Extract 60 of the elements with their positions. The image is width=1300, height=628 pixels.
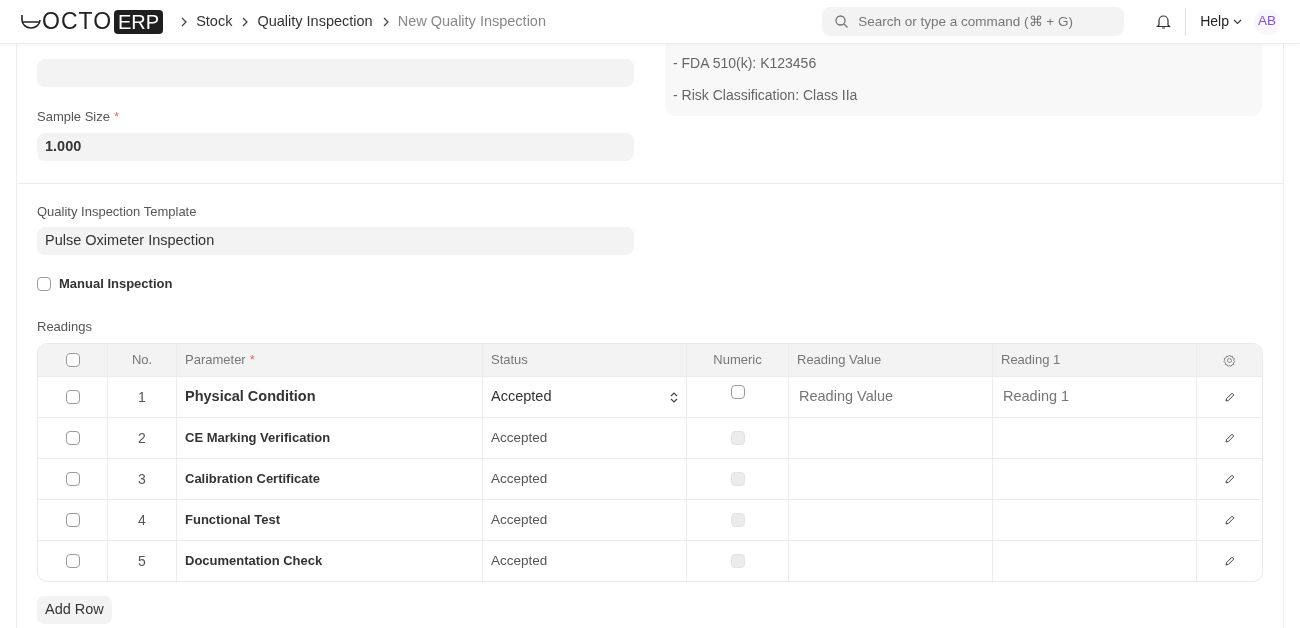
table-cell-text: Accepted (491, 469, 548, 488)
updown-icon (670, 391, 678, 403)
checkbox[interactable] (37, 276, 51, 291)
row-checkbox[interactable] (65, 472, 80, 486)
edit-icon[interactable] (1224, 433, 1235, 443)
template-field[interactable]: Pulse Oximeter Inspection (37, 227, 634, 255)
table-label: Readings (37, 317, 93, 336)
row-number: 5 (138, 551, 146, 571)
sample-size-field[interactable]: 1.000 (37, 132, 634, 161)
row-number: 1 (138, 387, 146, 407)
edit-icon[interactable] (1224, 392, 1235, 402)
edit-icon[interactable] (1224, 515, 1235, 525)
user-avatar[interactable]: AB (1254, 8, 1280, 35)
required-mark: * (249, 351, 255, 370)
settings-icon[interactable] (1223, 353, 1236, 367)
table-cell-text: Accepted (491, 428, 548, 447)
column-header: Parameter (185, 351, 246, 370)
add-row-button[interactable]: Add Row (37, 596, 112, 624)
column-header: Reading 1 (1001, 351, 1061, 370)
bell-icon[interactable] (1156, 13, 1172, 30)
search-field[interactable]: Search or type a command (⌘ + G) (822, 7, 1125, 36)
edit-icon[interactable] (1224, 474, 1235, 484)
breadcrumb-link[interactable]: New Quality Inspection (397, 10, 546, 33)
select-all-checkbox[interactable] (65, 353, 80, 367)
status-select[interactable]: Accepted (491, 386, 678, 408)
row-number: 2 (138, 428, 146, 448)
row-checkbox[interactable] (65, 554, 80, 568)
checkbox-label: Manual Inspection (59, 275, 173, 293)
row-checkbox[interactable] (65, 513, 80, 527)
table-cell-text: CE Marking Verification (185, 429, 331, 448)
field-label: Quality Inspection Template (37, 202, 198, 221)
column-header: Reading Value (797, 351, 882, 370)
logo-drawing[interactable]: OCTO ERP (20, 9, 164, 34)
caret-icon (1233, 18, 1242, 25)
input-field[interactable]: Reading Value (797, 385, 984, 409)
table-cell-text: Calibration Certificate (185, 470, 321, 489)
chevron-icon (382, 16, 390, 27)
chevron-icon (181, 16, 189, 27)
field-label: Sample Size (37, 109, 110, 124)
column-header: No. (131, 351, 153, 370)
row-number: 3 (138, 469, 146, 489)
column-header: Numeric (713, 351, 762, 370)
required-mark: * (114, 109, 120, 124)
edit-icon[interactable] (1224, 556, 1235, 566)
row-checkbox[interactable] (65, 431, 80, 445)
help-menu[interactable]: Help (1200, 11, 1242, 32)
numeric-checkbox[interactable] (730, 385, 745, 399)
table-cell-text: Documentation Check (185, 552, 323, 571)
column-header: Status (491, 351, 528, 370)
table-cell-text: Accepted (491, 510, 548, 529)
details-panel: - FDA 510(k): K123456 - Risk Classification: Class IIa (665, 44, 1262, 116)
table-cell-text: Functional Test (185, 511, 281, 530)
input-field[interactable]: Reading 1 (1001, 385, 1188, 409)
table-cell-text: Accepted (491, 551, 548, 570)
row-number: 4 (138, 510, 146, 530)
breadcrumb-link[interactable]: Quality Inspection (257, 10, 373, 33)
table-cell-text: Physical Condition (185, 387, 316, 407)
row-checkbox[interactable] (65, 390, 80, 404)
chevron-icon (242, 16, 250, 27)
breadcrumb-link[interactable]: Stock (196, 10, 233, 33)
